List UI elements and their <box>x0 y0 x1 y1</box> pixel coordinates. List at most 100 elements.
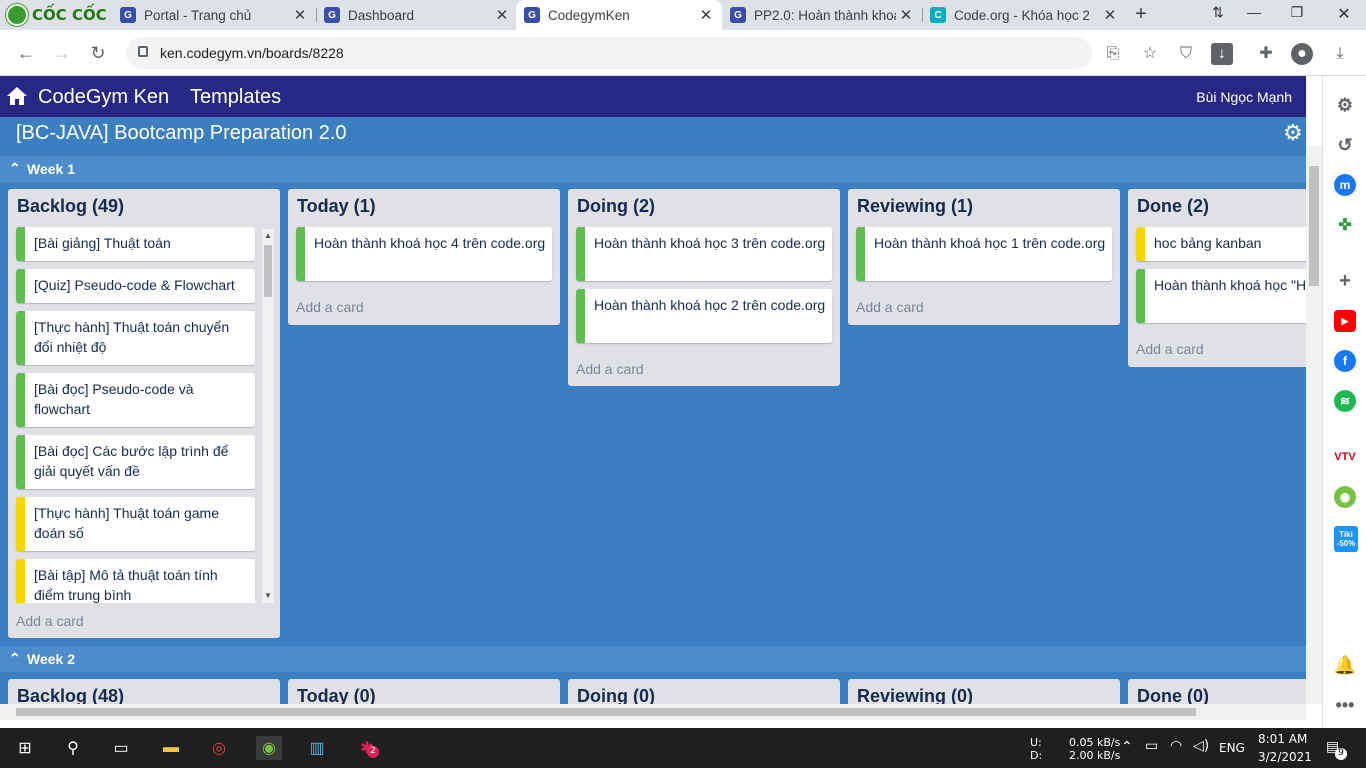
add-panel-icon[interactable]: + <box>1334 270 1356 292</box>
card[interactable]: [Thực hành] Thuật toán chuyển đổi nhiệt … <box>16 311 255 365</box>
chrome-icon[interactable]: ◎ <box>206 736 232 760</box>
coccoc-game-icon[interactable]: ◉ <box>1334 486 1356 508</box>
templates-link[interactable]: Templates <box>190 86 281 109</box>
label-bar <box>576 227 585 281</box>
app-icon[interactable]: ▥ <box>304 736 330 760</box>
back-arrow-icon[interactable]: ← <box>14 41 38 65</box>
card[interactable]: [Bài giảng] Thuật toán <box>16 227 255 261</box>
task-view-icon[interactable]: ▭ <box>108 736 134 760</box>
scrollbar-thumb[interactable] <box>264 245 272 297</box>
coccoc-taskbar-icon[interactable]: ◉ <box>256 736 282 760</box>
card[interactable]: Hoàn thành khoá học 1 trên code.org <box>856 227 1112 281</box>
shield-icon[interactable]: ⛉ <box>1175 43 1197 65</box>
youtube-icon[interactable]: ▶ <box>1334 310 1356 332</box>
history-icon[interactable]: ↺ <box>1334 134 1356 156</box>
extensions-puzzle-icon[interactable]: ✚ <box>1255 43 1277 65</box>
brand-link[interactable]: CodeGym Ken <box>38 86 169 109</box>
collapse-chevron-icon[interactable]: ⌃ <box>9 160 21 177</box>
coccoc-logo[interactable]: CỐC CỐC <box>6 2 108 28</box>
close-tab-icon[interactable]: ✕ <box>1100 6 1120 24</box>
clock-date[interactable]: 3/2/2021 <box>1258 750 1312 764</box>
board-title: [BC-JAVA] Bootcamp Preparation 2.0 <box>16 122 347 144</box>
savior-download-icon[interactable]: ↓ <box>1211 43 1233 65</box>
close-window-icon[interactable]: ✕ <box>1330 4 1358 26</box>
restore-window-icon[interactable]: ❐ <box>1283 4 1311 26</box>
clock-time[interactable]: 8:01 AM <box>1258 732 1307 746</box>
card[interactable]: [Bài đọc] Pseudo-code và flowchart <box>16 373 255 427</box>
tab-search-icon[interactable]: ⇅ <box>1204 4 1232 26</box>
label-bar <box>856 227 865 281</box>
add-card-button[interactable]: Add a card <box>16 613 84 629</box>
more-options-icon[interactable]: ••• <box>1334 694 1356 716</box>
add-card-button[interactable]: Add a card <box>1136 341 1204 357</box>
card-scroll-area[interactable]: [Bài giảng] Thuật toán [Quiz] Pseudo-cod… <box>8 225 262 603</box>
search-icon[interactable]: ⚲ <box>60 736 86 760</box>
label-bar <box>296 227 305 281</box>
vtv-icon[interactable]: VTV <box>1334 446 1356 468</box>
new-tab-button[interactable]: + <box>1130 3 1152 27</box>
card[interactable]: [Bài đọc] Các bước lập trình để giải quy… <box>16 435 255 489</box>
card[interactable]: [Quiz] Pseudo-code & Flowchart <box>16 269 255 303</box>
page-vertical-scrollbar[interactable] <box>1306 146 1322 704</box>
game-controller-icon[interactable]: ✜ <box>1334 214 1356 236</box>
wifi-icon[interactable]: ◠ <box>1170 738 1182 754</box>
list-backlog-week2: Backlog (48) <box>8 679 280 704</box>
list-today: Today (1) Hoàn thành khoá học 4 trên cod… <box>288 189 560 325</box>
minimize-window-icon[interactable]: — <box>1240 4 1268 26</box>
battery-icon[interactable]: ▭ <box>1145 738 1158 754</box>
card[interactable]: Hoàn thành khoá học 2 trên code.org <box>576 289 832 343</box>
volume-icon[interactable]: ◁) <box>1193 738 1209 754</box>
show-hidden-icons-icon[interactable]: ⌃ <box>1121 739 1133 755</box>
downloads-icon[interactable]: ⤓ <box>1329 43 1351 65</box>
add-card-button[interactable]: Add a card <box>856 299 924 315</box>
facebook-icon[interactable]: f <box>1334 350 1356 372</box>
language-indicator[interactable]: ENG <box>1219 741 1245 755</box>
bookmark-star-icon[interactable]: ☆ <box>1139 43 1161 65</box>
page-horizontal-scrollbar[interactable] <box>0 704 1306 720</box>
file-explorer-icon[interactable]: ▬ <box>158 736 184 760</box>
scroll-up-icon[interactable]: ▲ <box>263 231 273 241</box>
collapse-chevron-icon[interactable]: ⌃ <box>9 650 21 667</box>
close-tab-icon[interactable]: ✕ <box>290 6 310 24</box>
spotify-icon[interactable]: ≋ <box>1334 390 1356 412</box>
card[interactable]: [Thực hành] Thuật toán game đoán số <box>16 497 255 551</box>
scrollbar-thumb[interactable] <box>16 708 1196 716</box>
list-scrollbar[interactable]: ▲ ▼ <box>262 229 274 603</box>
week-1-header[interactable]: ⌃ Week 1 <box>0 156 1306 182</box>
scrollbar-thumb[interactable] <box>1309 166 1319 286</box>
messenger-icon[interactable]: m <box>1334 174 1356 196</box>
translate-icon[interactable]: ⎘ <box>1102 43 1124 65</box>
notification-bell-icon[interactable]: 🔔 <box>1334 654 1356 676</box>
close-tab-icon[interactable]: ✕ <box>896 6 916 24</box>
label-bar <box>576 289 585 343</box>
card[interactable]: [Bài tập] Mô tả thuật toán tính điểm tru… <box>16 559 255 603</box>
tab-pp2[interactable]: G PP2.0: Hoàn thành khoá ✕ <box>722 0 922 30</box>
tab-portal[interactable]: G Portal - Trang chủ ✕ <box>112 0 316 30</box>
tab-codeorg[interactable]: C Code.org - Khóa học 2 ✕ <box>922 0 1126 30</box>
scroll-down-icon[interactable]: ▼ <box>263 591 273 601</box>
card[interactable]: Hoàn thành khoá học "H học" <box>1136 269 1306 323</box>
windows-start-icon[interactable]: ⊞ <box>12 736 38 760</box>
board-settings-gear-icon[interactable]: ⚙ <box>1283 122 1305 144</box>
card[interactable]: hoc bảng kanban <box>1136 227 1306 261</box>
card[interactable]: Hoàn thành khoá học 3 trên code.org <box>576 227 832 281</box>
week-label: Week 1 <box>27 161 75 177</box>
add-card-button[interactable]: Add a card <box>296 299 364 315</box>
close-tab-icon[interactable]: ✕ <box>696 6 716 24</box>
tab-dashboard[interactable]: G Dashboard ✕ <box>316 0 518 30</box>
close-tab-icon[interactable]: ✕ <box>492 6 512 24</box>
address-bar[interactable]: ken.codegym.vn/boards/8228 <box>126 37 1092 69</box>
add-card-button[interactable]: Add a card <box>576 361 644 377</box>
list-reviewing-week2: Reviewing (0) <box>848 679 1120 704</box>
user-name[interactable]: Bùi Ngọc Mạnh <box>1196 89 1292 105</box>
label-bar <box>16 269 25 303</box>
tiki-icon[interactable]: Tiki -50% <box>1334 526 1358 552</box>
week-2-header[interactable]: ⌃ Week 2 <box>0 646 1306 672</box>
reload-icon[interactable]: ↻ <box>86 41 110 65</box>
tab-codegymken[interactable]: G CodegymKen ✕ <box>516 0 722 30</box>
home-icon[interactable] <box>7 87 27 105</box>
profile-avatar-icon[interactable]: ● <box>1291 43 1313 65</box>
settings-gear-icon[interactable]: ⚙ <box>1334 94 1356 116</box>
forward-arrow-icon[interactable]: → <box>50 41 74 65</box>
card[interactable]: Hoàn thành khoá học 4 trên code.org <box>296 227 552 281</box>
